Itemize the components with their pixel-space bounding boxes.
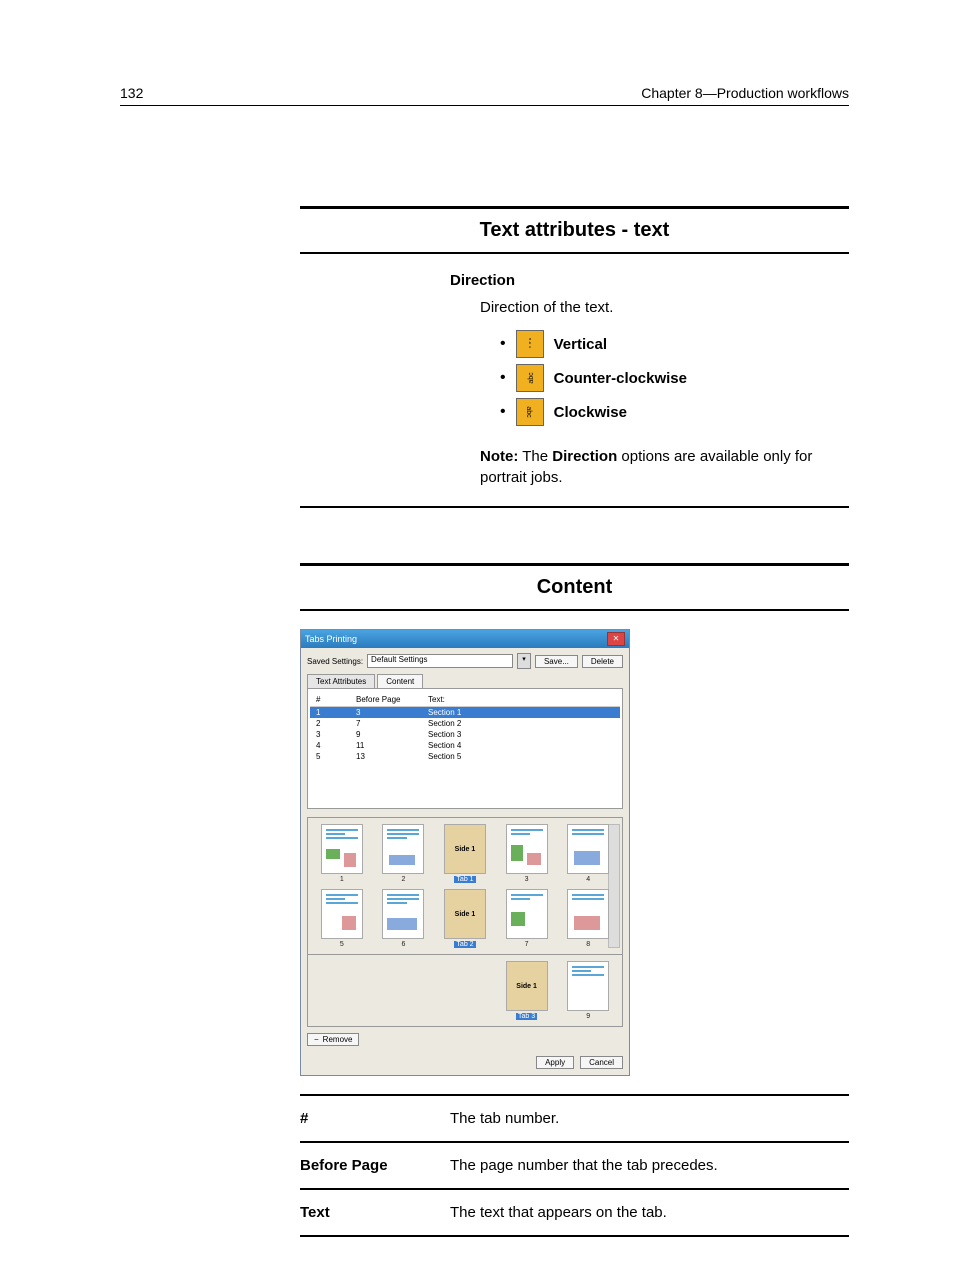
dropdown-arrow-icon[interactable]: ▾: [517, 653, 531, 669]
preview-scrollbar[interactable]: [608, 824, 620, 948]
page-thumb: [567, 824, 609, 874]
direction-description: Direction of the text.: [480, 299, 849, 316]
definition-desc: The text that appears on the tab.: [450, 1204, 849, 1221]
definition-row: # The tab number.: [300, 1094, 849, 1141]
definition-row: Before Page The page number that the tab…: [300, 1141, 849, 1188]
direction-heading: Direction: [450, 272, 849, 289]
definition-term: Before Page: [300, 1157, 450, 1174]
save-button[interactable]: Save...: [535, 655, 578, 668]
close-icon[interactable]: ✕: [607, 632, 625, 646]
page-thumb: [382, 889, 424, 939]
definition-term: Text: [300, 1204, 450, 1221]
svg-text:abc: abc: [528, 372, 535, 384]
content-table-panel: # Before Page Text: 13Section 1 27Sectio…: [307, 688, 623, 809]
table-row[interactable]: 13Section 1: [310, 707, 620, 719]
tab-caption: Tab 3: [516, 1013, 537, 1020]
tab-caption: Tab 1: [454, 876, 475, 883]
direction-note: Note: The Direction options are availabl…: [480, 446, 849, 488]
col-header-num: #: [310, 693, 350, 707]
page-preview-grid-row2-extra: Side 1Tab 3 9: [307, 955, 623, 1027]
page-thumb: [567, 889, 609, 939]
tabs-table: # Before Page Text: 13Section 1 27Sectio…: [310, 693, 620, 804]
page-preview-grid: 1 2 Side 1Tab 1 3 4 5 6 Side 1Tab 2 7 8: [307, 817, 623, 955]
tab-thumb: Side 1: [506, 961, 548, 1011]
chapter-title: Chapter 8—Production workflows: [641, 85, 849, 101]
page-thumb: [382, 824, 424, 874]
definition-row: Text The text that appears on the tab.: [300, 1188, 849, 1237]
saved-settings-label: Saved Settings:: [307, 657, 363, 666]
svg-text:c: c: [529, 344, 531, 349]
direction-option-ccw: abc Counter-clockwise: [500, 364, 849, 392]
table-row[interactable]: 513Section 5: [310, 751, 620, 762]
table-row[interactable]: 411Section 4: [310, 740, 620, 751]
definition-term: #: [300, 1110, 450, 1127]
vertical-text-icon: abc: [516, 330, 544, 358]
tab-caption: Tab 2: [454, 941, 475, 948]
direction-option-cw: abc Clockwise: [500, 398, 849, 426]
page-thumb: [506, 824, 548, 874]
minus-icon: −: [314, 1035, 319, 1044]
direction-option-vertical: abc Vertical: [500, 330, 849, 358]
svg-text:abc: abc: [525, 406, 532, 418]
dialog-titlebar: Tabs Printing ✕: [301, 630, 629, 648]
section-title-text-attributes: Text attributes - text: [300, 206, 849, 254]
tab-thumb: Side 1: [444, 889, 486, 939]
page-thumb: [321, 824, 363, 874]
definitions-table: # The tab number. Before Page The page n…: [300, 1094, 849, 1237]
tab-thumb: Side 1: [444, 824, 486, 874]
tab-text-attributes[interactable]: Text Attributes: [307, 674, 375, 688]
direction-label: Counter-clockwise: [554, 370, 687, 387]
table-row[interactable]: 27Section 2: [310, 718, 620, 729]
apply-button[interactable]: Apply: [536, 1056, 574, 1069]
page-thumb: [567, 961, 609, 1011]
tabs-printing-dialog-screenshot: Tabs Printing ✕ Saved Settings: Default …: [300, 629, 630, 1076]
cancel-button[interactable]: Cancel: [580, 1056, 623, 1069]
col-header-before: Before Page: [350, 693, 422, 707]
remove-button[interactable]: −Remove: [307, 1033, 359, 1046]
page-number: 132: [120, 85, 143, 101]
col-header-text: Text:: [422, 693, 620, 707]
direction-label: Vertical: [554, 336, 607, 353]
page-header: 132 Chapter 8—Production workflows: [120, 85, 849, 106]
table-row[interactable]: 39Section 3: [310, 729, 620, 740]
section-title-content: Content: [300, 563, 849, 611]
saved-settings-dropdown[interactable]: Default Settings: [367, 654, 513, 668]
direction-label: Clockwise: [554, 404, 627, 421]
page-thumb: [321, 889, 363, 939]
delete-button[interactable]: Delete: [582, 655, 623, 668]
counter-clockwise-icon: abc: [516, 364, 544, 392]
definition-desc: The tab number.: [450, 1110, 849, 1127]
page-thumb: [506, 889, 548, 939]
tab-content[interactable]: Content: [377, 674, 423, 688]
definition-desc: The page number that the tab precedes.: [450, 1157, 849, 1174]
dialog-title: Tabs Printing: [305, 634, 357, 644]
direction-options-list: abc Vertical abc Counter-clockwise abc C…: [500, 330, 849, 426]
clockwise-icon: abc: [516, 398, 544, 426]
